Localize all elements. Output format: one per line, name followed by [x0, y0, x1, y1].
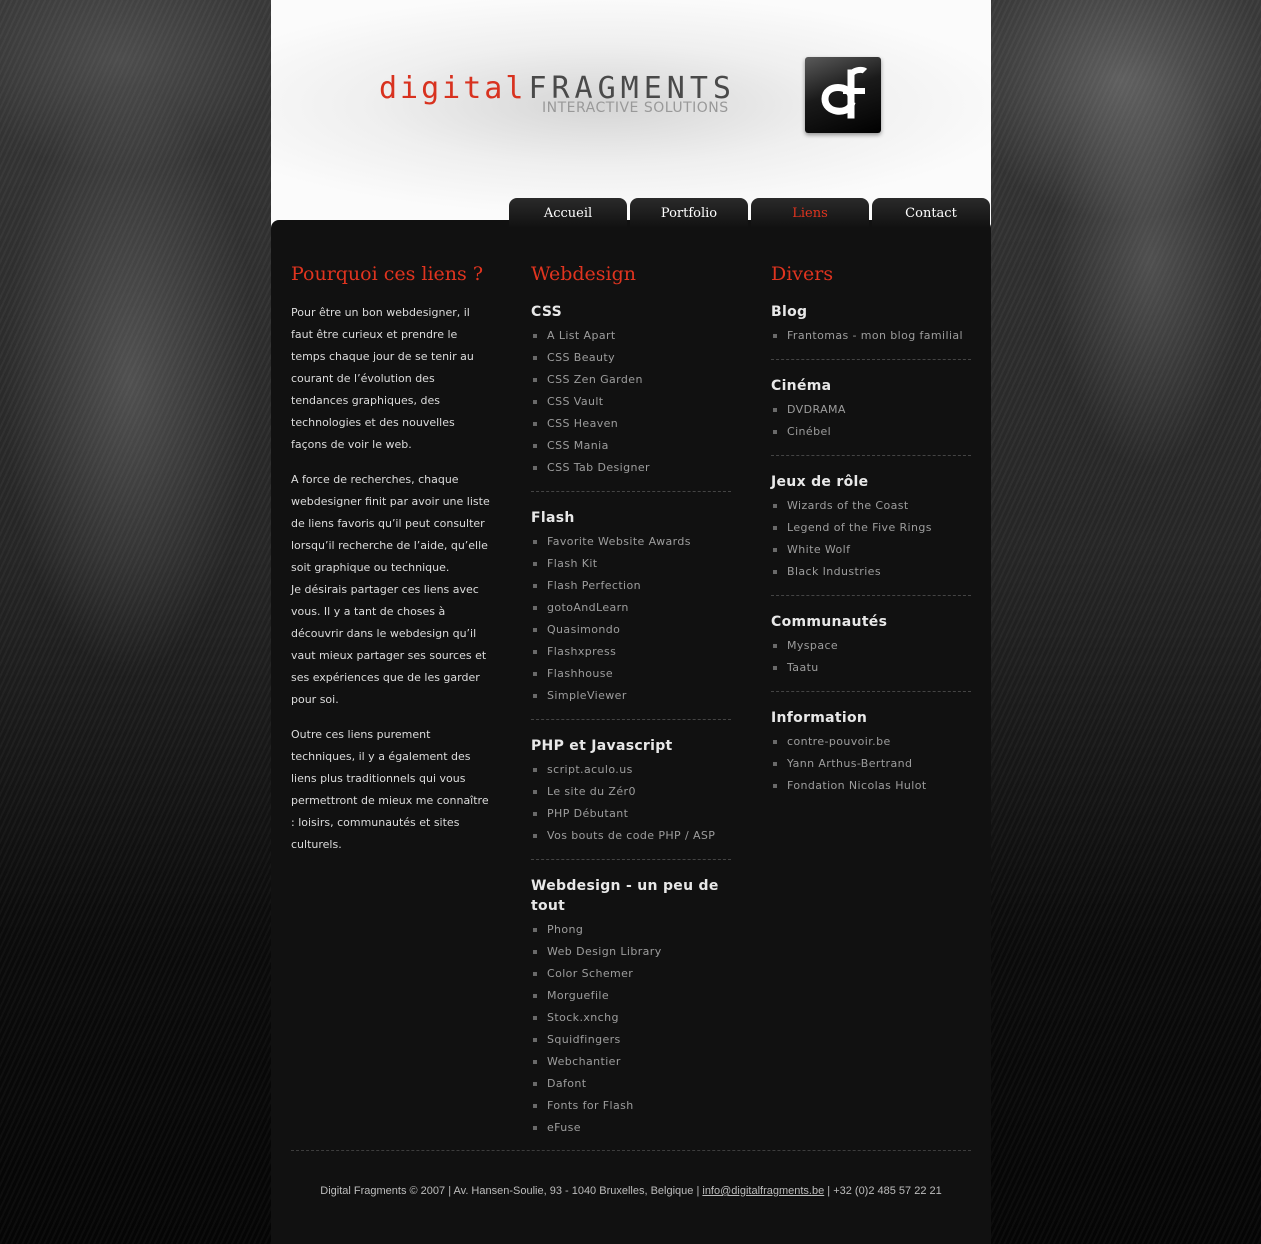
tab-contact[interactable]: Contact — [872, 198, 990, 228]
link-item[interactable]: Color Schemer — [531, 963, 731, 985]
group-heading-information: Information — [771, 710, 868, 726]
link-item[interactable]: Wizards of the Coast — [771, 495, 971, 517]
link-item[interactable]: Black Industries — [771, 561, 971, 583]
group-divider — [771, 359, 971, 360]
link-list-cinema: DVDRAMA Cinébel — [771, 399, 971, 443]
group-heading-css: CSS — [531, 304, 562, 320]
link-item[interactable]: Quasimondo — [531, 619, 731, 641]
link-item[interactable]: Vos bouts de code PHP / ASP — [531, 825, 731, 847]
link-item[interactable]: Web Design Library — [531, 941, 731, 963]
link-item[interactable]: DVDRAMA — [771, 399, 971, 421]
link-item[interactable]: gotoAndLearn — [531, 597, 731, 619]
page-container: digitalFRAGMENTS INTERACTIVE SOLUTIONS A… — [271, 0, 991, 1244]
footer-email-link[interactable]: info@digitalfragments.be — [702, 1185, 824, 1197]
webdesign-groups: CSS A List Apart CSS Beauty CSS Zen Garden C… — [531, 302, 731, 1139]
link-item[interactable]: Yann Arthus-Bertrand — [771, 753, 971, 775]
link-list-webdesign-un-peu-de-tout: Phong Web Design Library Color Schemer Morg… — [531, 919, 731, 1139]
intro-paragraph-2: A force de recherches, chaque webdesigne… — [291, 469, 491, 711]
link-item[interactable]: Squidfingers — [531, 1029, 731, 1051]
tab-accueil[interactable]: Accueil — [509, 198, 627, 228]
link-item[interactable]: Fondation Nicolas Hulot — [771, 775, 971, 797]
link-item[interactable]: SimpleViewer — [531, 685, 731, 707]
logo-word-digital: digital — [379, 71, 527, 106]
link-item[interactable]: CSS Tab Designer — [531, 457, 731, 479]
link-item[interactable]: Flash Kit — [531, 553, 731, 575]
logo-df-icon[interactable] — [805, 57, 881, 133]
link-list-blog: Frantomas - mon blog familial — [771, 325, 971, 347]
link-item[interactable]: Webchantier — [531, 1051, 731, 1073]
link-list-flash: Favorite Website Awards Flash Kit Flash Pe… — [531, 531, 731, 707]
link-item[interactable]: CSS Heaven — [531, 413, 731, 435]
link-item[interactable]: Cinébel — [771, 421, 971, 443]
group-heading-communautes: Communautés — [771, 614, 888, 630]
footer-info: Digital Fragments © 2007 | Av. Hansen-So… — [320, 1185, 703, 1197]
webdesign-column: Webdesign CSS A List Apart CSS Beauty CSS Z… — [531, 260, 731, 1139]
footer: Digital Fragments © 2007 | Av. Hansen-So… — [271, 1185, 991, 1197]
link-item[interactable]: Legend of the Five Rings — [771, 517, 971, 539]
link-item[interactable]: CSS Beauty — [531, 347, 731, 369]
intro-paragraph-2b: Je désirais partager ces liens avec vous… — [291, 583, 487, 706]
intro-paragraph-3: Outre ces liens purement techniques, il … — [291, 728, 489, 851]
link-item[interactable]: Favorite Website Awards — [531, 531, 731, 553]
link-item[interactable]: Dafont — [531, 1073, 731, 1095]
group-heading-jeux-de-role: Jeux de rôle — [771, 474, 869, 490]
group-divider — [771, 691, 971, 692]
group-heading-flash: Flash — [531, 510, 575, 526]
divers-column: Divers Blog Frantomas - mon blog familial… — [771, 260, 971, 797]
link-item[interactable]: Taatu — [771, 657, 971, 679]
link-list-jeux-de-role: Wizards of the Coast Legend of the Five R… — [771, 495, 971, 583]
group-divider — [771, 455, 971, 456]
link-list-information: contre-pouvoir.be Yann Arthus-Bertrand Fon… — [771, 731, 971, 797]
site-header: digitalFRAGMENTS INTERACTIVE SOLUTIONS — [271, 0, 991, 230]
link-item[interactable]: White Wolf — [771, 539, 971, 561]
webdesign-title: Webdesign — [531, 263, 637, 285]
group-divider — [771, 595, 971, 596]
link-item[interactable]: Flashhouse — [531, 663, 731, 685]
divers-title: Divers — [771, 263, 834, 285]
intro-column: Pourquoi ces liens ? Pour être un bon we… — [291, 260, 491, 856]
link-item[interactable]: script.aculo.us — [531, 759, 731, 781]
group-heading-webdesign-un-peu-de-tout: Webdesign - un peu de tout — [531, 878, 719, 914]
footer-phone: | +32 (0)2 485 57 22 21 — [824, 1185, 942, 1197]
divers-groups: Blog Frantomas - mon blog familial Cinéma D… — [771, 302, 971, 797]
link-item[interactable]: Stock.xnchg — [531, 1007, 731, 1029]
link-item[interactable]: eFuse — [531, 1117, 731, 1139]
group-divider — [531, 719, 731, 720]
link-list-communautes: Myspace Taatu — [771, 635, 971, 679]
link-item[interactable]: Le site du Zér0 — [531, 781, 731, 803]
link-list-php-et-javascript: script.aculo.us Le site du Zér0 PHP Débuta… — [531, 759, 731, 847]
link-list-css: A List Apart CSS Beauty CSS Zen Garden CSS … — [531, 325, 731, 479]
link-item[interactable]: contre-pouvoir.be — [771, 731, 971, 753]
footer-divider — [291, 1150, 971, 1151]
group-divider — [531, 491, 731, 492]
link-item[interactable]: Fonts for Flash — [531, 1095, 731, 1117]
link-item[interactable]: CSS Zen Garden — [531, 369, 731, 391]
intro-paragraph-2a: A force de recherches, chaque webdesigne… — [291, 473, 490, 574]
group-heading-php-et-javascript: PHP et Javascript — [531, 738, 673, 754]
tab-liens[interactable]: Liens — [751, 198, 869, 228]
link-item[interactable]: CSS Mania — [531, 435, 731, 457]
link-item[interactable]: Myspace — [771, 635, 971, 657]
intro-title: Pourquoi ces liens ? — [291, 263, 484, 285]
link-item[interactable]: Frantomas - mon blog familial — [771, 325, 971, 347]
link-item[interactable]: Flashxpress — [531, 641, 731, 663]
link-item[interactable]: A List Apart — [531, 325, 731, 347]
link-item[interactable]: Flash Perfection — [531, 575, 731, 597]
logo-tagline: INTERACTIVE SOLUTIONS — [542, 100, 729, 116]
intro-paragraph-1: Pour être un bon webdesigner, il faut êt… — [291, 306, 474, 451]
link-item[interactable]: Morguefile — [531, 985, 731, 1007]
link-item[interactable]: CSS Vault — [531, 391, 731, 413]
group-heading-blog: Blog — [771, 304, 808, 320]
group-heading-cinema: Cinéma — [771, 378, 832, 394]
group-divider — [531, 859, 731, 860]
tab-portfolio[interactable]: Portfolio — [630, 198, 748, 228]
link-item[interactable]: Phong — [531, 919, 731, 941]
link-item[interactable]: PHP Débutant — [531, 803, 731, 825]
